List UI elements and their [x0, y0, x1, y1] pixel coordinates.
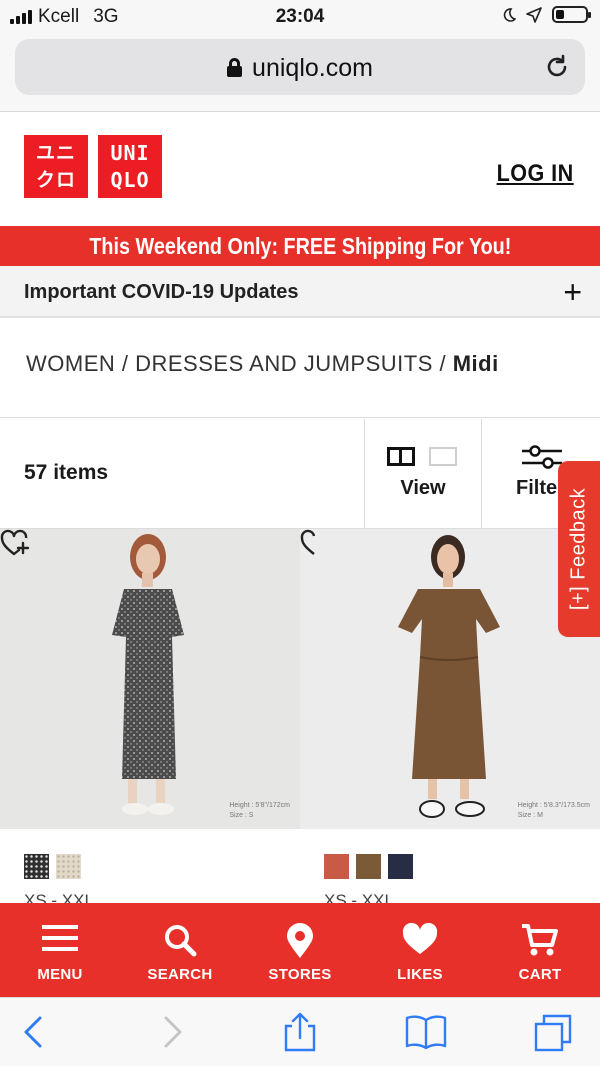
status-icons — [500, 6, 591, 23]
battery-icon — [552, 6, 591, 23]
model-figure — [0, 529, 300, 829]
menu-icon — [42, 925, 78, 951]
heart-icon — [402, 923, 438, 954]
browser-address-area: uniqlo.com — [0, 34, 600, 112]
nav-cart[interactable]: CART — [480, 903, 600, 997]
color-swatches — [24, 854, 81, 879]
nav-likes[interactable]: LIKES — [360, 903, 480, 997]
item-count: 57 items — [24, 461, 109, 484]
model-info: Height : 5'8"/172cm Size : S — [229, 802, 290, 819]
model-figure — [300, 529, 600, 829]
breadcrumb: WOMEN / DRESSES AND JUMPSUITS / Midi — [0, 318, 600, 418]
single-column-icon[interactable] — [429, 447, 457, 466]
color-swatch[interactable] — [356, 854, 381, 879]
add-to-likes-heart-icon[interactable] — [0, 529, 30, 557]
model-info: Height : 5'8.3"/173.5cm Size : M — [517, 802, 590, 819]
bookmarks-book-icon[interactable] — [404, 1012, 448, 1052]
promo-banner[interactable]: This Weekend Only: FREE Shipping For You… — [0, 226, 600, 266]
product-image[interactable]: Height : 5'8.3"/173.5cm Size : M — [300, 529, 600, 829]
cart-icon — [522, 924, 558, 956]
search-icon — [165, 925, 197, 957]
nav-search[interactable]: SEARCH — [120, 903, 240, 997]
breadcrumb-path[interactable]: WOMEN / DRESSES AND JUMPSUITS / — [26, 351, 453, 376]
address-host: uniqlo.com — [252, 54, 373, 82]
reload-icon[interactable] — [543, 53, 571, 81]
add-to-likes-heart-icon[interactable] — [300, 529, 330, 557]
share-icon[interactable] — [278, 1012, 322, 1052]
color-swatch[interactable] — [24, 854, 49, 879]
product-card[interactable]: Height : 5'8.3"/173.5cm Size : M XS - XX… — [300, 529, 600, 910]
address-bar[interactable]: uniqlo.com — [15, 39, 585, 95]
bottom-navigation: MENU SEARCH STORES LIKES CART — [0, 903, 600, 997]
browser-toolbar — [0, 997, 600, 1066]
moon-icon — [503, 7, 516, 22]
two-column-grid-icon[interactable] — [387, 447, 415, 466]
product-image[interactable]: Height : 5'8"/172cm Size : S — [0, 529, 300, 829]
feedback-label: [+] Feedback — [567, 487, 590, 611]
color-swatch[interactable] — [324, 854, 349, 879]
view-label: View — [400, 477, 446, 499]
feedback-tab[interactable]: [+] Feedback — [558, 461, 600, 637]
nav-menu[interactable]: MENU — [0, 903, 120, 997]
color-swatch[interactable] — [56, 854, 81, 879]
breadcrumb-current: Midi — [452, 351, 499, 376]
location-arrow-icon — [526, 6, 542, 23]
forward-chevron-icon[interactable] — [148, 1012, 192, 1052]
listing-toolbar: 57 items View Filte — [0, 419, 600, 529]
color-swatches — [324, 854, 413, 879]
product-card[interactable]: Height : 5'8"/172cm Size : S XS - XXL — [0, 529, 300, 910]
status-bar: Kcell 3G 23:04 — [0, 0, 600, 34]
product-grid: Height : 5'8"/172cm Size : S XS - XXL He… — [0, 529, 600, 910]
login-link[interactable]: LOG IN — [497, 160, 574, 188]
lock-icon — [227, 58, 243, 77]
tabs-icon[interactable] — [532, 1012, 576, 1052]
back-chevron-icon[interactable] — [14, 1012, 58, 1052]
color-swatch[interactable] — [388, 854, 413, 879]
expand-plus-icon[interactable]: + — [563, 274, 582, 311]
covid-updates-accordion[interactable]: Important COVID-19 Updates + — [0, 266, 600, 318]
filter-sliders-icon — [522, 445, 562, 469]
site-header: ユニ クロ UNI QLO LOG IN — [0, 112, 600, 226]
uniqlo-logo[interactable]: ユニ クロ UNI QLO — [24, 135, 162, 198]
filter-label: Filte — [516, 477, 558, 499]
covid-updates-label: Important COVID-19 Updates — [24, 281, 299, 303]
view-toggle[interactable]: View — [364, 419, 482, 528]
nav-stores[interactable]: STORES — [240, 903, 360, 997]
location-pin-icon — [287, 923, 313, 958]
